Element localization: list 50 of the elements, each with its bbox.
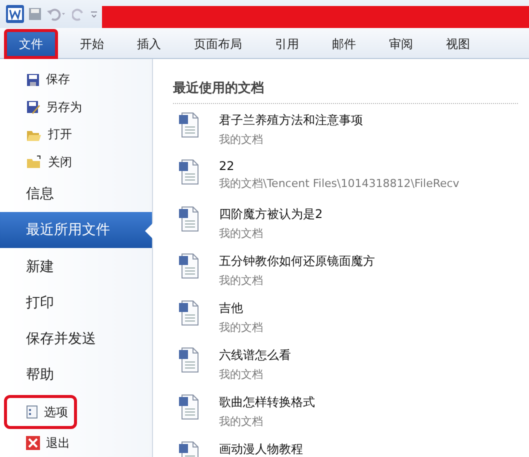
word-document-icon: [179, 394, 199, 420]
document-name[interactable]: 画动漫人物教程: [219, 441, 303, 457]
document-name[interactable]: 四阶魔方被认为是2: [219, 206, 323, 223]
word-document-icon: [179, 159, 199, 185]
ribbon-tab[interactable]: 审阅: [376, 30, 426, 58]
word-document-icon: [179, 347, 199, 373]
document-path: 我的文档: [219, 320, 263, 335]
ribbon-tab[interactable]: 文件: [5, 30, 57, 58]
document-name[interactable]: 吉他: [219, 300, 263, 317]
word-document-icon: [179, 112, 199, 138]
ribbon-tab[interactable]: 页面布局: [181, 30, 255, 58]
document-name[interactable]: 六线谱怎么看: [219, 347, 291, 364]
ribbon-tab[interactable]: 邮件: [319, 30, 369, 58]
ribbon-tab[interactable]: 视图: [433, 30, 483, 58]
document-path: 我的文档: [219, 226, 264, 241]
word-document-icon: [179, 206, 199, 232]
section-title: 最近使用的文档: [173, 79, 518, 104]
menu-section-item[interactable]: 最近所用文件: [0, 212, 152, 248]
menu-command[interactable]: 另存为: [0, 94, 152, 122]
ribbon-tab[interactable]: 插入: [124, 30, 174, 58]
floppy-pencil-icon: [26, 100, 40, 114]
document-icon: [26, 405, 38, 420]
document-path: 我的文档: [219, 367, 264, 382]
document-path: 我的文档: [219, 414, 264, 429]
menu-command[interactable]: 打开: [0, 121, 152, 149]
folder-icon: [26, 155, 42, 170]
ribbon-tab[interactable]: 引用: [262, 30, 312, 58]
document-path: 我的文档\Tencent Files\1014318812\FileRecv: [219, 176, 460, 191]
word-document-icon: [179, 300, 199, 326]
menu-command[interactable]: 选项: [4, 394, 77, 430]
document-name[interactable]: 22: [219, 159, 460, 173]
document-path: 我的文档: [219, 273, 264, 288]
menu-section-item[interactable]: 保存并发送: [0, 320, 152, 357]
close-icon: [26, 436, 40, 450]
word-document-icon: [179, 253, 199, 279]
word-app-icon[interactable]: [6, 5, 24, 23]
menu-command[interactable]: 退出: [0, 429, 152, 457]
menu-command[interactable]: 关闭: [0, 148, 152, 176]
document-name[interactable]: 君子兰养殖方法和注意事项: [219, 112, 363, 129]
document-path: 我的文档: [219, 132, 264, 147]
menu-section-item[interactable]: 帮助: [0, 356, 152, 393]
menu-command[interactable]: 保存: [0, 66, 152, 94]
save-icon[interactable]: [28, 7, 42, 21]
menu-section-item[interactable]: 信息: [0, 176, 152, 212]
menu-section-item[interactable]: 打印: [0, 284, 152, 321]
menu-section-item[interactable]: 新建: [0, 248, 152, 285]
document-name[interactable]: 五分钟教你如何还原镜面魔方: [219, 253, 375, 270]
undo-icon[interactable]: [46, 7, 68, 21]
ribbon-tab[interactable]: 开始: [67, 30, 117, 58]
document-name[interactable]: 歌曲怎样转换格式: [219, 394, 315, 411]
